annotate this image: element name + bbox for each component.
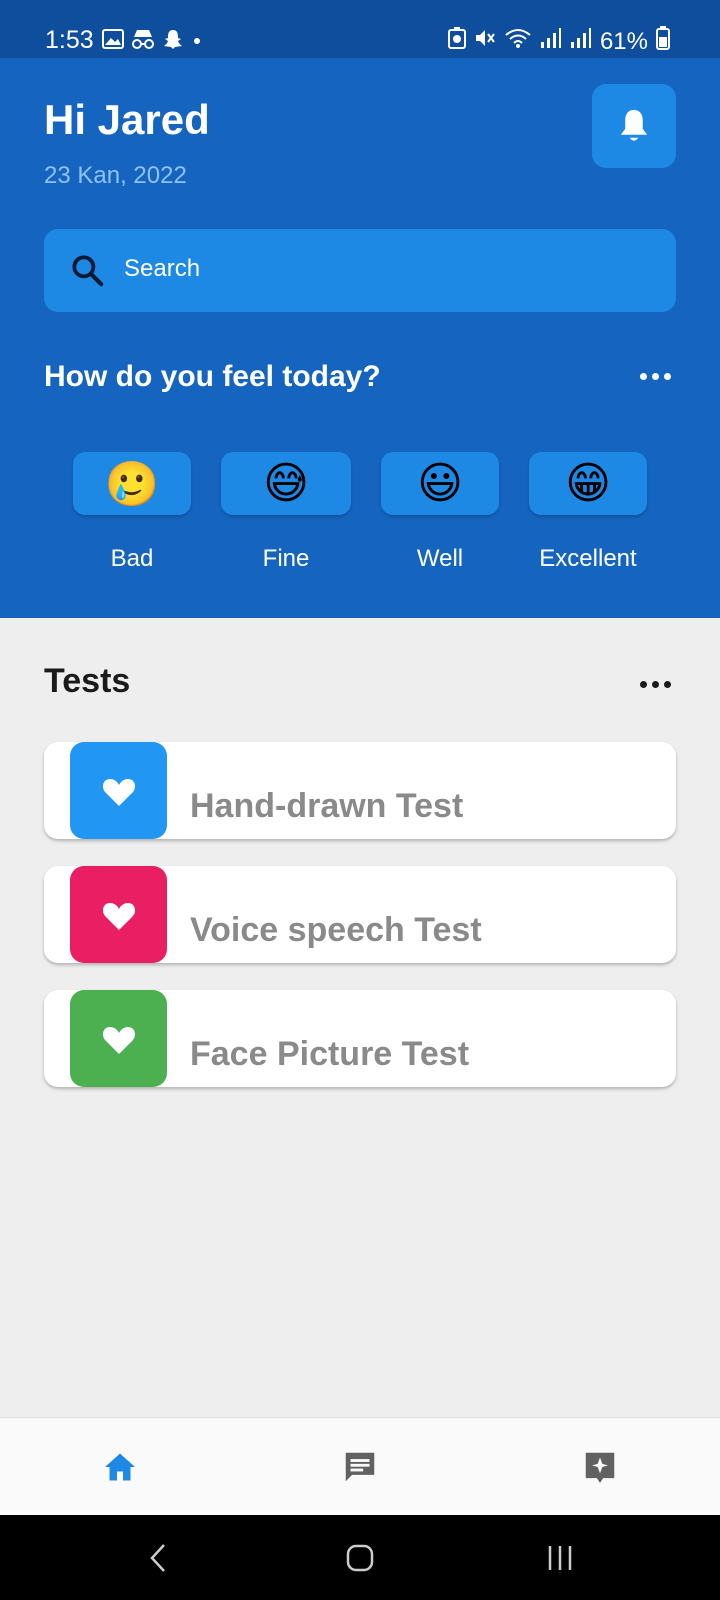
feedback-icon xyxy=(585,1452,615,1483)
mood-button-well[interactable]: 😃 xyxy=(381,452,499,515)
signal-icon-2 xyxy=(570,27,592,56)
system-navigation-bar xyxy=(0,1515,720,1600)
mood-label-excellent: Excellent xyxy=(539,545,637,572)
mute-icon xyxy=(474,27,496,56)
feel-title: How do you feel today? xyxy=(44,360,381,393)
test-icon-face-picture xyxy=(70,990,167,1087)
home-system-button[interactable] xyxy=(300,1515,420,1600)
heart-icon xyxy=(102,778,135,806)
test-label: Face Picture Test xyxy=(190,1035,470,1073)
gallery-icon xyxy=(102,29,124,54)
wifi-icon xyxy=(504,27,532,56)
status-time: 1:53 xyxy=(45,26,94,54)
search-input[interactable]: Search xyxy=(44,229,676,312)
battery-icon xyxy=(656,26,670,57)
chat-icon xyxy=(345,1452,375,1482)
feel-more-button[interactable] xyxy=(640,373,671,380)
mood-emoji-bad: 🥲 xyxy=(104,459,160,509)
test-icon-hand-drawn xyxy=(70,742,167,839)
status-bar: 1:53 61% xyxy=(0,0,720,58)
snapchat-icon xyxy=(162,28,184,55)
recents-button[interactable] xyxy=(500,1515,620,1600)
greeting-title: Hi Jared xyxy=(44,96,210,143)
mood-button-bad[interactable]: 🥲 xyxy=(73,452,191,515)
system-status: 61% xyxy=(447,26,670,57)
back-icon xyxy=(150,1543,165,1572)
mood-label-well: Well xyxy=(416,545,464,572)
bottom-nav xyxy=(0,1417,720,1515)
heart-icon xyxy=(102,902,135,930)
nav-home-button[interactable] xyxy=(0,1418,240,1516)
tests-more-button[interactable] xyxy=(640,681,671,688)
heart-icon xyxy=(102,1026,135,1054)
mood-emoji-excellent: 😁 xyxy=(565,459,611,508)
mood-label-bad: Bad xyxy=(110,545,154,572)
nav-feedback-button[interactable] xyxy=(480,1418,720,1516)
tests-title: Tests xyxy=(44,662,131,700)
mood-label-fine: Fine xyxy=(262,545,310,572)
search-icon xyxy=(72,255,104,287)
dot-icon xyxy=(190,33,204,51)
battery-saver-icon xyxy=(447,27,466,56)
home-icon xyxy=(105,1453,135,1481)
date-label: 23 Kan, 2022 xyxy=(44,162,187,189)
bell-icon xyxy=(620,109,648,141)
test-card-face-picture[interactable]: Face Picture Test xyxy=(44,990,676,1087)
notification-icons xyxy=(102,28,204,55)
nav-chat-button[interactable] xyxy=(240,1418,480,1516)
test-label: Voice speech Test xyxy=(190,911,482,949)
test-icon-voice-speech xyxy=(70,866,167,963)
signal-icon xyxy=(540,27,562,56)
battery-level: 61% xyxy=(599,27,648,55)
back-button[interactable] xyxy=(98,1515,218,1600)
recents-icon xyxy=(548,1545,572,1570)
test-label: Hand-drawn Test xyxy=(190,787,464,825)
mood-button-excellent[interactable]: 😁 xyxy=(529,452,647,515)
mood-emoji-fine: 😅 xyxy=(263,459,309,508)
mood-emoji-well: 😃 xyxy=(417,459,463,508)
search-placeholder: Search xyxy=(124,255,201,282)
test-card-voice-speech[interactable]: Voice speech Test xyxy=(44,866,676,963)
notifications-button[interactable] xyxy=(592,84,676,168)
incognito-icon xyxy=(130,28,156,55)
test-card-hand-drawn[interactable]: Hand-drawn Test xyxy=(44,742,676,839)
home-circle-icon xyxy=(346,1544,374,1571)
mood-button-fine[interactable]: 😅 xyxy=(221,452,351,515)
